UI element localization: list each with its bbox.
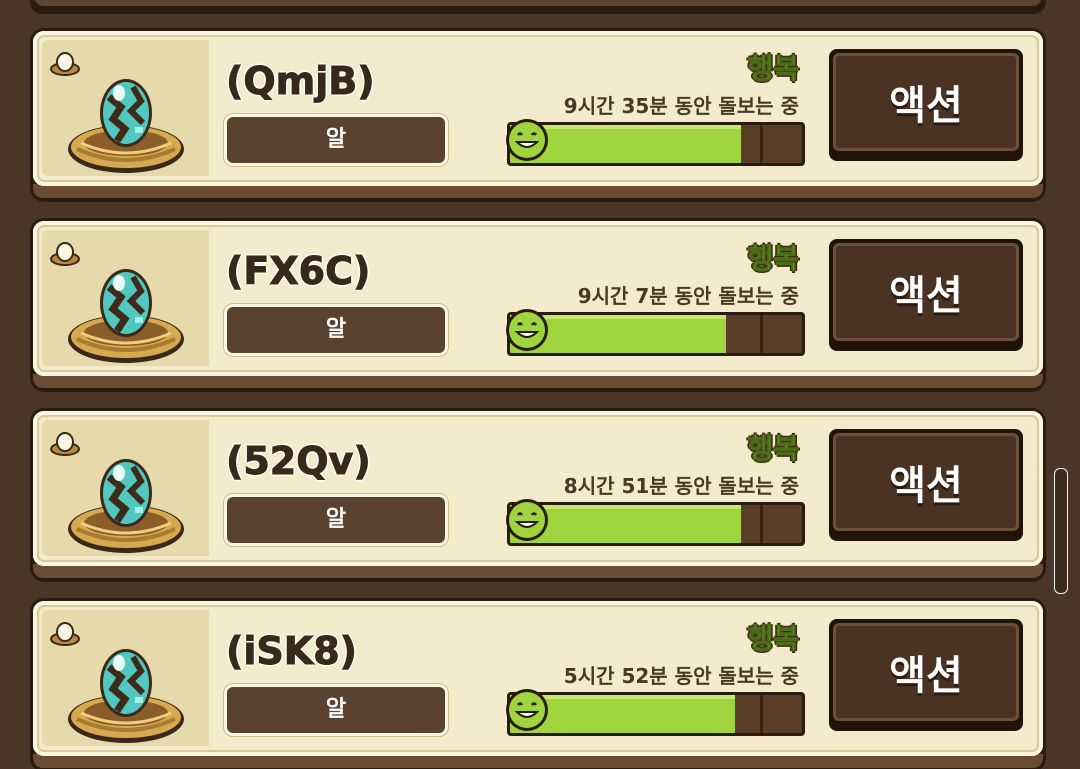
smiley-face-icon	[506, 499, 548, 541]
card-shadow	[33, 754, 1043, 768]
pet-name: (QmjB)	[226, 59, 376, 104]
growth-stage-badge: 알	[227, 117, 445, 163]
action-button-label: 액션	[889, 653, 963, 699]
bar-segment-divider	[760, 315, 763, 353]
happiness-bar	[507, 122, 805, 166]
pet-card: (QmjB) 알 행복 9시간 35분 동안 돌보는 중 액션	[30, 28, 1046, 202]
pet-name: (52Qv)	[226, 439, 372, 484]
mood-label: 행복	[747, 622, 800, 656]
card-body: (QmjB) 알 행복 9시간 35분 동안 돌보는 중 액션	[33, 31, 1043, 186]
growth-stage-badge: 알	[227, 497, 445, 543]
action-button[interactable]: 액션	[829, 619, 1023, 731]
care-duration-text: 9시간 35분 동안 돌보는 중	[563, 94, 799, 118]
bar-segment-divider	[760, 695, 763, 733]
care-duration-text: 5시간 52분 동안 돌보는 중	[563, 664, 799, 688]
happiness-bar	[507, 312, 805, 356]
growth-stage-badge: 알	[227, 687, 445, 733]
happiness-bar	[507, 692, 805, 736]
bar-segment-divider	[760, 505, 763, 543]
smiley-face-icon	[506, 309, 548, 351]
pet-card: (iSK8) 알 행복 5시간 52분 동안 돌보는 중 액션	[30, 598, 1046, 769]
action-button[interactable]: 액션	[829, 49, 1023, 161]
action-button[interactable]: 액션	[829, 429, 1023, 541]
smiley-face-icon	[506, 689, 548, 731]
egg-in-nest-icon	[68, 649, 184, 743]
care-duration-text: 8시간 51분 동안 돌보는 중	[563, 474, 799, 498]
pet-card: (FX6C) 알 행복 9시간 7분 동안 돌보는 중 액션	[30, 218, 1046, 392]
pet-card: (52Qv) 알 행복 8시간 51분 동안 돌보는 중 액션	[30, 408, 1046, 582]
scrollbar-thumb[interactable]	[1054, 468, 1068, 594]
happiness-bar	[507, 502, 805, 546]
action-button-label: 액션	[889, 463, 963, 509]
egg-in-nest-icon	[68, 269, 184, 363]
card-body: (52Qv) 알 행복 8시간 51분 동안 돌보는 중 액션	[33, 411, 1043, 566]
mood-label: 행복	[747, 52, 800, 86]
bar-segment-divider	[760, 125, 763, 163]
action-button-label: 액션	[889, 83, 963, 129]
pet-list-screen: (QmjB) 알 행복 9시간 35분 동안 돌보는 중 액션 (FX6C) 알…	[0, 0, 1080, 769]
pet-name: (FX6C)	[225, 249, 371, 294]
pet-name: (iSK8)	[225, 629, 358, 674]
care-duration-text: 9시간 7분 동안 돌보는 중	[577, 284, 799, 308]
growth-stage-badge: 알	[227, 307, 445, 353]
egg-in-nest-icon	[68, 459, 184, 553]
previous-card-edge	[30, 0, 1046, 14]
card-shadow	[33, 184, 1043, 198]
action-button[interactable]: 액션	[829, 239, 1023, 351]
card-body: (FX6C) 알 행복 9시간 7분 동안 돌보는 중 액션	[33, 221, 1043, 376]
card-shadow	[33, 374, 1043, 388]
smiley-face-icon	[506, 119, 548, 161]
card-body: (iSK8) 알 행복 5시간 52분 동안 돌보는 중 액션	[33, 601, 1043, 756]
mood-label: 행복	[747, 242, 800, 276]
egg-in-nest-icon	[68, 79, 184, 173]
mood-label: 행복	[747, 432, 800, 466]
action-button-label: 액션	[889, 273, 963, 319]
card-shadow	[33, 564, 1043, 578]
